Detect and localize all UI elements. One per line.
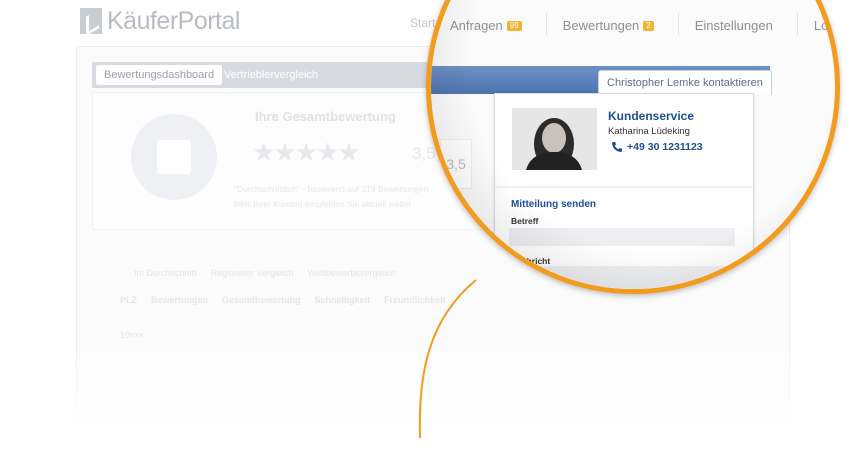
nav-item-anfragen[interactable]: Anfragen 99 xyxy=(450,16,522,35)
nav-label-einstellungen: Einstellungen xyxy=(694,18,773,33)
message-label: Nachricht xyxy=(511,256,551,266)
message-title: Mitteilung senden xyxy=(511,199,596,210)
subject-input[interactable] xyxy=(509,228,735,246)
subtab-partial: chun xyxy=(474,270,494,280)
top-nav: Anfragen 99 Bewertungen 2 Einstellungen … xyxy=(450,13,835,35)
nav-divider xyxy=(796,13,798,35)
anfragen-badge: 99 xyxy=(506,20,522,31)
kundenservice-title: Kundenservice xyxy=(608,109,695,123)
subject-label: Betreff xyxy=(511,216,539,226)
tab-kontaktieren[interactable]: Christopher Lemke kontaktieren xyxy=(598,70,772,95)
contact-name: Katharina Lüdeking xyxy=(608,126,690,137)
magnifier-lens: Anfragen 99 Bewertungen 2 Einstellungen … xyxy=(426,0,840,294)
nav-divider xyxy=(677,13,679,35)
phone-number: +49 30 1231123 xyxy=(627,141,703,153)
phone-icon xyxy=(612,142,622,152)
nav-label-bewertungen: Bewertungen xyxy=(562,18,640,33)
contact-phone[interactable]: +49 30 1231123 xyxy=(611,141,703,153)
score-box: 3,5 xyxy=(440,139,472,189)
nav-label-anfragen: Anfragen xyxy=(450,18,503,33)
nav-divider xyxy=(545,13,547,35)
details-link[interactable]: Details xyxy=(436,193,464,203)
nav-item-einstellungen[interactable]: Einstellungen xyxy=(695,16,773,35)
divider xyxy=(495,186,753,188)
nav-item-bewertungen[interactable]: Bewertungen 2 xyxy=(563,16,654,35)
bewertungen-badge: 2 xyxy=(643,20,654,31)
magnified-view: Anfragen 99 Bewertungen 2 Einstellungen … xyxy=(431,0,835,289)
contact-photo xyxy=(512,108,597,170)
